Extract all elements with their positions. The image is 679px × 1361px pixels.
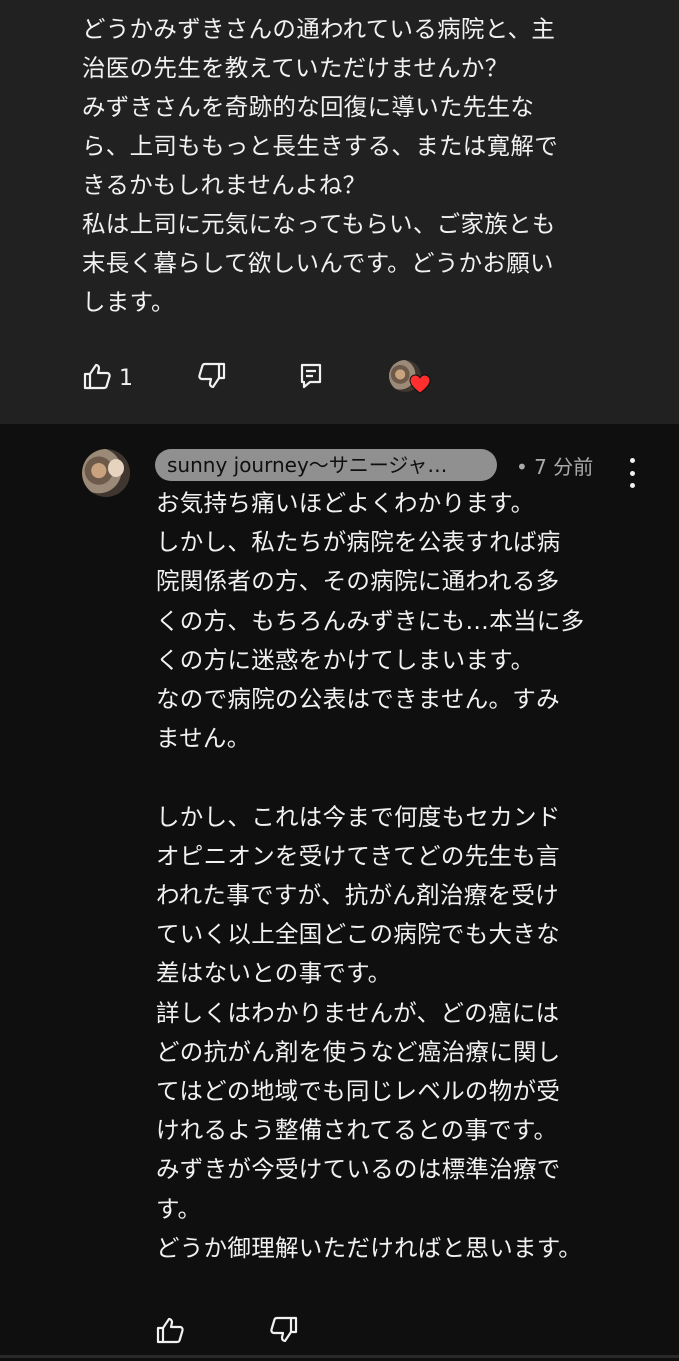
creator-heart-icon [389, 360, 433, 396]
reply-icon[interactable] [299, 363, 323, 393]
dislike-icon[interactable] [268, 1316, 298, 1348]
avatar[interactable] [82, 449, 130, 497]
timestamp: • 7 分前 [516, 455, 594, 479]
like-icon[interactable] [83, 362, 113, 394]
parent-comment: どうかみずきさんの通われている病院と、主 治医の先生を教えていただけませんか？ … [0, 0, 679, 424]
like-count: 1 [119, 365, 133, 391]
reply-comment-text: お気持ち痛いほどよくわかります。 しかし、私たちが病院を公表すれば病 院関係者の… [156, 489, 585, 1262]
parent-comment-text: どうかみずきさんの通われている病院と、主 治医の先生を教えていただけませんか？ … [82, 15, 558, 316]
author-name[interactable]: sunny journey～サニージャ… [155, 449, 497, 481]
dislike-icon[interactable] [196, 362, 226, 394]
divider [0, 1355, 679, 1358]
like-icon[interactable] [156, 1316, 186, 1348]
